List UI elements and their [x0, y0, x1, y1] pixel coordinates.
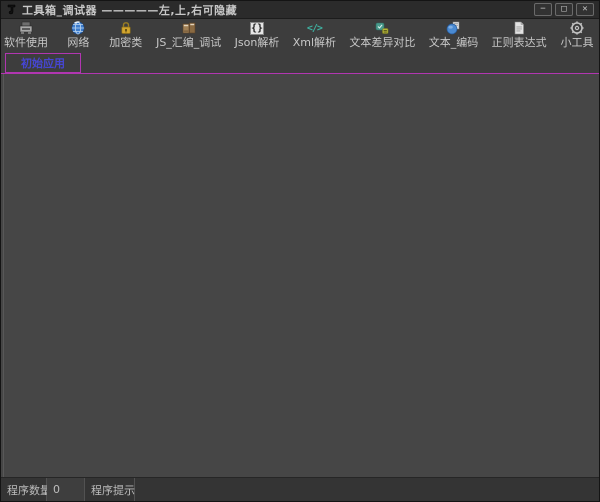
- window-title: 工具箱_调试器 —————左,上,右可隐藏: [22, 3, 238, 17]
- toolbar-label: 正则表达式: [491, 36, 547, 49]
- close-button[interactable]: ✕: [576, 3, 594, 16]
- app-icon: [7, 4, 16, 15]
- globe-icon: [71, 20, 85, 36]
- sphere-icon: [446, 20, 461, 36]
- toolbar-label: 软件使用: [4, 36, 48, 49]
- toolbar-label: 小工具: [560, 36, 594, 49]
- toolbar-item-xml-parse[interactable]: </> Xml解析: [293, 20, 336, 51]
- toolbar-label: 网络: [67, 36, 90, 49]
- tab-bar: 初始应用: [1, 51, 599, 74]
- markup-icon: </>: [306, 20, 323, 36]
- toolbar-item-json-parse[interactable]: {} Json解析: [234, 20, 280, 51]
- status-bar-filler: [135, 478, 599, 501]
- toolbar-item-network[interactable]: 网络: [61, 20, 95, 51]
- toolbar-item-js-asm-debug[interactable]: JS_汇编_调试: [156, 20, 221, 51]
- main-workspace[interactable]: [1, 74, 599, 477]
- toolbar-item-encryption[interactable]: 加密类: [109, 20, 143, 51]
- toolbar-label: 加密类: [109, 36, 143, 49]
- markup-glyph: </>: [306, 22, 323, 34]
- lock-icon: [119, 20, 133, 36]
- toolbar-label: 文本_编码: [428, 36, 479, 49]
- gear-icon: [570, 20, 584, 36]
- toolbar-label: Json解析: [234, 36, 280, 49]
- document-icon: [513, 20, 525, 36]
- books-icon: [181, 20, 197, 36]
- toolbar-item-text-diff[interactable]: 文本差异对比: [349, 20, 415, 51]
- minimize-button[interactable]: −: [534, 3, 552, 16]
- printer-icon: [18, 20, 34, 36]
- toolbar-item-software-usage[interactable]: 软件使用: [4, 20, 48, 51]
- program-count-value: 0: [47, 478, 85, 501]
- program-count-label: 程序数量: [1, 478, 51, 501]
- title-bar: 工具箱_调试器 —————左,上,右可隐藏 − □ ✕: [1, 1, 599, 19]
- app-window: 工具箱_调试器 —————左,上,右可隐藏 − □ ✕ 软件使用 网络 加密类 …: [0, 0, 600, 502]
- toolbar-item-text-encode[interactable]: 文本_编码: [428, 20, 479, 51]
- braces-icon: {}: [250, 20, 265, 36]
- maximize-button[interactable]: □: [555, 3, 573, 16]
- braces-glyph: {}: [250, 21, 265, 35]
- window-controls: − □ ✕: [534, 3, 594, 16]
- tab-initial-app[interactable]: 初始应用: [5, 53, 81, 73]
- status-bar: 程序数量 0 程序提示: [1, 477, 599, 501]
- toolbar-item-small-tools[interactable]: 小工具: [560, 20, 594, 51]
- toolbar-item-regex[interactable]: 正则表达式: [492, 20, 547, 51]
- diff-icon: [374, 20, 390, 36]
- toolbar-label: Xml解析: [292, 36, 337, 49]
- program-hint-label: 程序提示: [85, 478, 135, 501]
- main-toolbar: 软件使用 网络 加密类 JS_汇编_调试 {} Json解析 </> Xml解析…: [1, 19, 599, 51]
- toolbar-label: 文本差异对比: [349, 36, 416, 49]
- panel-left-border: [3, 74, 4, 477]
- toolbar-label: JS_汇编_调试: [156, 36, 222, 49]
